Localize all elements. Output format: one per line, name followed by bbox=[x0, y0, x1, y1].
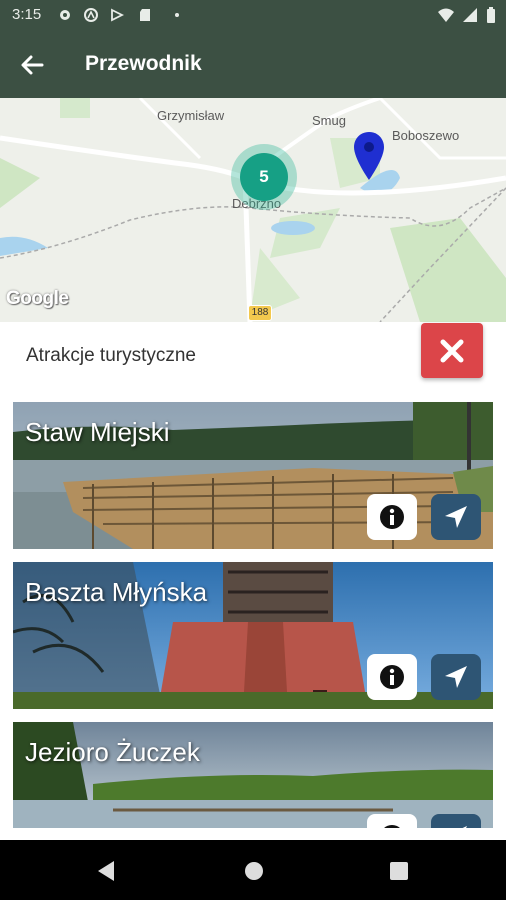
status-right bbox=[438, 7, 496, 23]
cluster-count: 5 bbox=[240, 153, 288, 201]
map-label-smug: Smug bbox=[312, 113, 346, 128]
navigation-arrow-icon bbox=[462, 826, 467, 828]
cast-icon bbox=[111, 8, 124, 22]
attraction-card[interactable]: Staw Miejski bbox=[13, 402, 493, 549]
navigate-button[interactable] bbox=[431, 494, 481, 540]
home-circle-icon[interactable] bbox=[244, 861, 264, 881]
info-button[interactable] bbox=[367, 654, 417, 700]
card-title: Jezioro Żuczek bbox=[25, 737, 200, 767]
settings-icon bbox=[60, 10, 70, 20]
map-pin-icon[interactable] bbox=[353, 131, 385, 181]
recents-square-icon[interactable] bbox=[390, 862, 408, 880]
battery-icon bbox=[487, 7, 495, 23]
page-title: Przewodnik bbox=[85, 52, 202, 75]
info-icon bbox=[380, 505, 404, 529]
navigate-button[interactable] bbox=[431, 654, 481, 700]
list-heading: Atrakcje turystyczne bbox=[26, 345, 196, 366]
app-bar: Przewodnik bbox=[0, 32, 506, 98]
info-button[interactable] bbox=[367, 494, 417, 540]
status-time: 3:15 bbox=[12, 6, 42, 23]
status-bar: 3:15 bbox=[0, 0, 506, 32]
card-title: Baszta Młyńska bbox=[25, 577, 208, 607]
back-arrow-icon[interactable] bbox=[18, 51, 46, 79]
navigate-button[interactable] bbox=[431, 814, 481, 828]
wifi-icon bbox=[438, 8, 454, 22]
road-number-badge: 188 bbox=[248, 305, 272, 321]
info-button[interactable] bbox=[367, 814, 417, 828]
close-button[interactable] bbox=[421, 323, 483, 378]
attraction-card[interactable]: Baszta Młyńska bbox=[13, 562, 493, 709]
close-icon bbox=[440, 339, 464, 363]
attraction-card[interactable]: Jezioro Żuczek bbox=[13, 722, 493, 828]
system-nav-bar bbox=[0, 840, 506, 900]
navigation-arrow-icon bbox=[445, 506, 467, 528]
info-icon bbox=[384, 825, 400, 828]
sd-card-icon bbox=[140, 9, 150, 21]
info-icon bbox=[380, 665, 404, 689]
map-view[interactable]: Grzymisław Smug Boboszewo Debrzno 5 188 … bbox=[0, 98, 506, 322]
dot-icon bbox=[175, 13, 179, 17]
signal-icon bbox=[463, 8, 477, 22]
google-logo: Google bbox=[6, 288, 69, 309]
map-label-grzymislaw: Grzymisław bbox=[157, 108, 225, 123]
app-notification-icon bbox=[84, 8, 98, 22]
map-cluster-marker[interactable]: 5 bbox=[231, 144, 297, 210]
map-label-boboszewo: Boboszewo bbox=[392, 128, 460, 143]
back-triangle-icon[interactable] bbox=[96, 860, 116, 882]
navigation-arrow-icon bbox=[445, 666, 467, 688]
card-title: Staw Miejski bbox=[25, 417, 170, 447]
